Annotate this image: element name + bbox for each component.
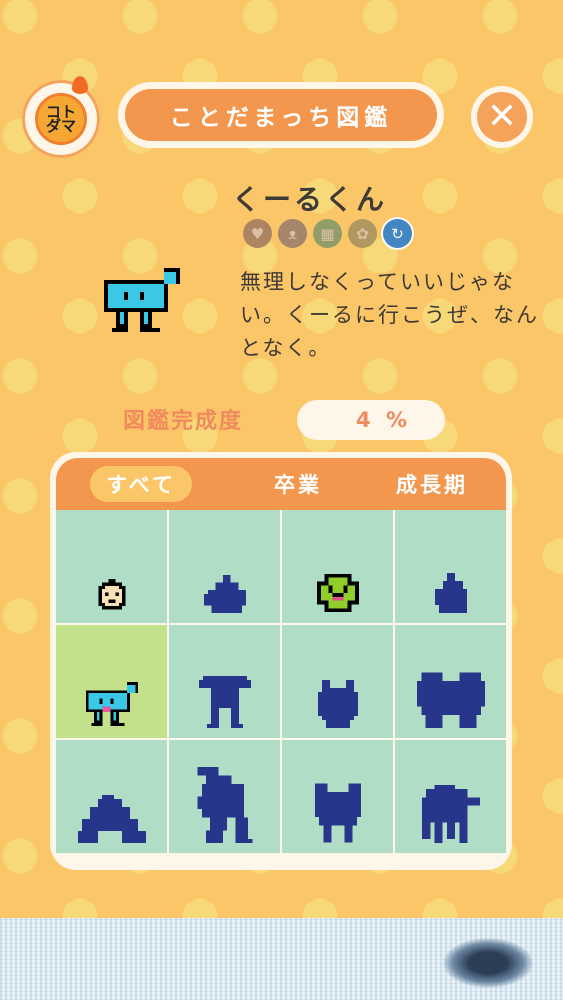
grid-cell-baby[interactable] [56,510,167,623]
kuurukun-sprite [85,682,138,726]
baby-sprite [97,579,126,610]
grid-cell-tall-spiky[interactable] [169,740,280,853]
character-name: くーるくん [232,183,388,216]
tab-graduated[interactable]: 卒業 [258,466,338,502]
grid-cell-kuurukun[interactable] [56,625,167,738]
grid-cell-small-bug[interactable] [282,625,393,738]
bear-silhouette [314,783,361,843]
small-bug-silhouette [317,680,358,728]
filter-tabs: すべて 卒業 成長期 [56,458,506,510]
grid-cell-big-cloud[interactable] [395,625,506,738]
kotodama-logo-icon: コト ダマ [35,93,87,145]
completion-label: 図鑑完成度 [123,409,244,434]
grid-cell-green-smile[interactable] [282,510,393,623]
big-cloud-silhouette [416,672,485,728]
grid-cell-round-legs[interactable] [169,625,280,738]
character-description: 無理しなくっていいじゃない。くーるに行こうぜ、なんとなく。 [240,270,539,360]
gallery-panel: すべて 卒業 成長期 [50,452,512,870]
grid-cell-wave[interactable] [56,740,167,853]
blob-a-silhouette [203,575,246,613]
close-icon: ✕ [477,92,527,142]
grid-cell-bear[interactable] [282,740,393,853]
grid-cell-blob-b[interactable] [395,510,506,623]
tab-growth[interactable]: 成長期 [382,466,482,502]
close-button[interactable]: ✕ [471,86,533,148]
page-title-pill: ことだまっち図鑑 [118,82,444,148]
squid-silhouette [421,785,480,843]
tall-spiky-silhouette [197,767,252,843]
checker-icon: ▦ [313,219,342,248]
completion-value: 4 % [297,400,445,440]
tab-all[interactable]: すべて [90,466,192,502]
blob-b-silhouette [434,573,467,613]
character-grid [56,510,506,870]
flame-icon [72,76,88,94]
kotodama-logo-button[interactable]: コト ダマ [22,76,100,158]
grid-cell-squid[interactable] [395,740,506,853]
page-title: ことだまっち図鑑 [125,89,437,141]
wave-silhouette [77,795,146,843]
green-smile-sprite [316,573,359,613]
flower-icon: ✿ [348,219,377,248]
grid-cell-blob-a[interactable] [169,510,280,623]
cat-face-icon: ᴥ [278,219,307,248]
bottom-blob [443,938,533,988]
round-legs-silhouette [198,676,251,728]
heart-icon: ♥ [243,219,272,248]
bottom-area [0,918,563,1000]
badge-row: ♥ ᴥ ▦ ✿ ↻ [243,219,412,248]
swirl-icon: ↻ [383,219,412,248]
character-sprite [104,268,180,336]
